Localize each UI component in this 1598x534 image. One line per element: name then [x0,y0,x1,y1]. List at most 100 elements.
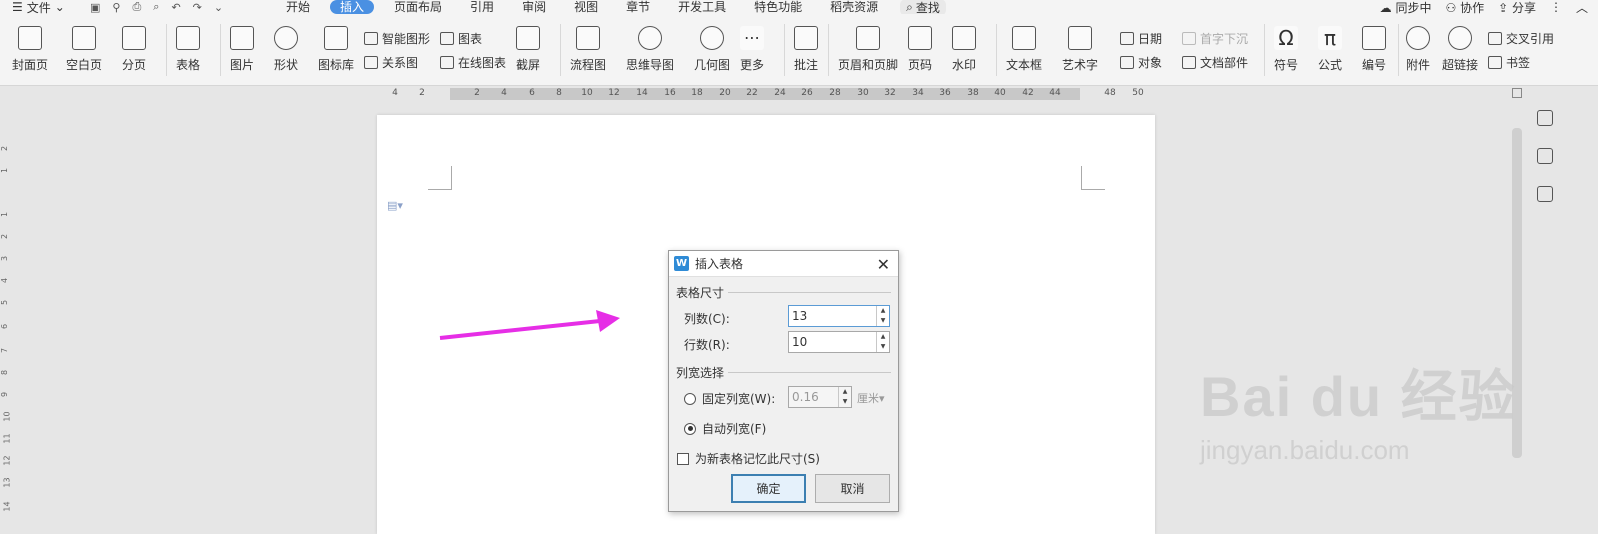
remember-size-checkbox[interactable]: 为新表格记忆此尺寸(S) [677,450,820,467]
dialog-titlebar[interactable]: W 插入表格 [669,251,898,277]
sync-label: 同步中 [1395,0,1432,15]
screenshot-button[interactable]: 截屏 [516,14,540,73]
more-icon[interactable]: ⋮ [1550,0,1562,14]
tab-special[interactable]: 特色功能 [740,0,816,14]
spin-down-icon[interactable]: ▼ [877,316,889,326]
format-painter-icon[interactable]: ⚲ [112,1,120,14]
tab-review[interactable]: 审阅 [508,0,560,14]
tab-page-layout[interactable]: 页面布局 [380,0,456,14]
collaborate-button[interactable]: ⚇ 协作 [1446,0,1485,15]
flowchart-button[interactable]: 流程图 [570,14,606,73]
picture-label: 图片 [230,58,255,72]
geometry-button[interactable]: 几何图 [694,14,730,73]
header-footer-icon [856,26,880,50]
auto-width-radio[interactable]: 自动列宽(F) [684,420,766,437]
rows-label: 行数(R): [684,338,730,352]
formula-button[interactable]: π 公式 [1318,14,1342,73]
object-button[interactable]: 对象 [1120,54,1162,71]
fixed-width-radio[interactable]: 固定列宽(W): [684,390,775,407]
chart-button[interactable]: 图表 [440,30,482,47]
cross-reference-button[interactable]: 交叉引用 [1488,30,1554,47]
doc-part-button[interactable]: 文档部件 [1182,54,1248,71]
vertical-scrollbar[interactable] [1508,88,1526,534]
numbering-button[interactable]: 编号 [1362,14,1386,73]
picture-button[interactable]: 图片 [230,14,254,73]
spin-up-icon[interactable]: ▲ [839,387,851,397]
table-button[interactable]: 表格 [176,14,200,73]
ruler-tick-label: 48 [1104,88,1116,98]
select-cursor-icon[interactable] [1537,148,1553,164]
customize-icon[interactable]: ⌄ [214,1,223,14]
header-footer-button[interactable]: 页眉和页脚 [838,14,898,73]
page-break-button[interactable]: 分页 [122,14,146,73]
spin-down-icon[interactable]: ▼ [877,342,889,352]
date-button[interactable]: 日期 [1120,30,1162,47]
tab-insert[interactable]: 插入 [330,0,375,14]
undo-icon[interactable]: ↶ [171,1,180,14]
fixed-width-stepper[interactable]: 0.16 ▲ ▼ [788,386,852,408]
redo-icon[interactable]: ↷ [193,1,202,14]
attachment-button[interactable]: 附件 [1406,14,1430,73]
rows-input[interactable]: 10 [789,332,876,352]
bookmark-button[interactable]: 书签 [1488,54,1530,71]
picture-icon [230,26,254,50]
icon-library-button[interactable]: 图标库 [318,14,354,73]
drop-cap-button[interactable]: 首字下沉 [1182,30,1248,47]
collapse-ribbon-icon[interactable]: ︿ [1576,0,1588,15]
tab-developer[interactable]: 开发工具 [664,0,740,14]
comment-button[interactable]: 批注 [794,14,818,73]
smart-shape-button[interactable]: 智能图形 [364,30,430,47]
scroll-top-icon[interactable] [1512,88,1522,98]
print-icon[interactable]: ⎙ [132,0,141,14]
settings-sliders-icon[interactable] [1537,186,1553,202]
screenshot-label: 截屏 [516,58,541,72]
hyperlink-label: 超链接 [1442,58,1479,72]
tab-start[interactable]: 开始 [272,0,324,14]
rows-stepper[interactable]: 10 ▲ ▼ [788,331,890,353]
cancel-button[interactable]: 取消 [815,474,890,503]
vertical-ruler[interactable]: 2 1 1 2 3 4 5 6 7 8 9 10 11 12 13 14 [0,96,12,534]
shape-button[interactable]: 形状 [274,14,298,73]
save-icon[interactable]: ▣ [90,1,100,14]
online-chart-button[interactable]: 在线图表 [440,54,506,71]
wordart-button[interactable]: 艺术字 [1062,14,1098,73]
ok-button[interactable]: 确定 [731,474,806,503]
spin-up-icon[interactable]: ▲ [877,306,889,316]
horizontal-ruler[interactable]: 4 2 2 4 6 8 10 12 14 16 18 20 22 24 26 28 30 32 34 36 38 40 42… [377,86,1155,102]
symbol-button[interactable]: Ω 符号 [1274,14,1298,73]
ribbon-separator [1398,24,1399,76]
edit-pen-icon[interactable] [1537,110,1553,126]
unit-select[interactable]: 厘米▾ [857,390,885,406]
cover-page-icon [18,26,42,50]
menubar-right: ☁ 同步中 ⚇ 协作 ⇪ 分享 ⋮ ︿ [1380,0,1588,14]
cols-input[interactable]: 13 [789,306,876,326]
tab-references[interactable]: 引用 [456,0,508,14]
print-preview-icon[interactable]: ⌕ [153,0,159,14]
cols-stepper[interactable]: 13 ▲ ▼ [788,305,890,327]
ruler-tick-label: 10 [2,411,12,422]
more-button[interactable]: ⋯ 更多 [740,14,764,73]
spin-up-icon[interactable]: ▲ [877,332,889,342]
ruler-tick-label: 26 [801,88,813,98]
tab-section[interactable]: 章节 [612,0,664,14]
hyperlink-button[interactable]: 超链接 [1442,14,1478,73]
page-number-button[interactable]: 页码 [908,14,932,73]
checkbox-box [677,452,689,465]
blank-page-button[interactable]: 空白页 [66,14,102,73]
close-icon[interactable]: ✕ [877,255,890,274]
mindmap-button[interactable]: 思维导图 [626,14,674,73]
cover-page-button[interactable]: 封面页 [12,14,48,73]
relation-chart-button[interactable]: 关系图 [364,54,418,71]
file-menu[interactable]: ☰ 文件 ⌄ [0,0,82,14]
watermark-button[interactable]: 水印 [952,14,976,73]
textbox-button[interactable]: 文本框 [1006,14,1042,73]
tab-view[interactable]: 视图 [560,0,612,14]
tab-docer[interactable]: 稻壳资源 [816,0,892,14]
ruler-tick-label: 20 [719,88,731,98]
spin-down-icon[interactable]: ▼ [839,397,851,407]
share-button[interactable]: ⇪ 分享 [1498,0,1536,15]
search-box[interactable]: ⌕ 查找 [900,0,946,14]
sync-button[interactable]: ☁ 同步中 [1380,0,1432,15]
paragraph-options-icon[interactable]: ▤▾ [387,199,403,212]
fixed-width-input[interactable]: 0.16 [789,387,838,407]
